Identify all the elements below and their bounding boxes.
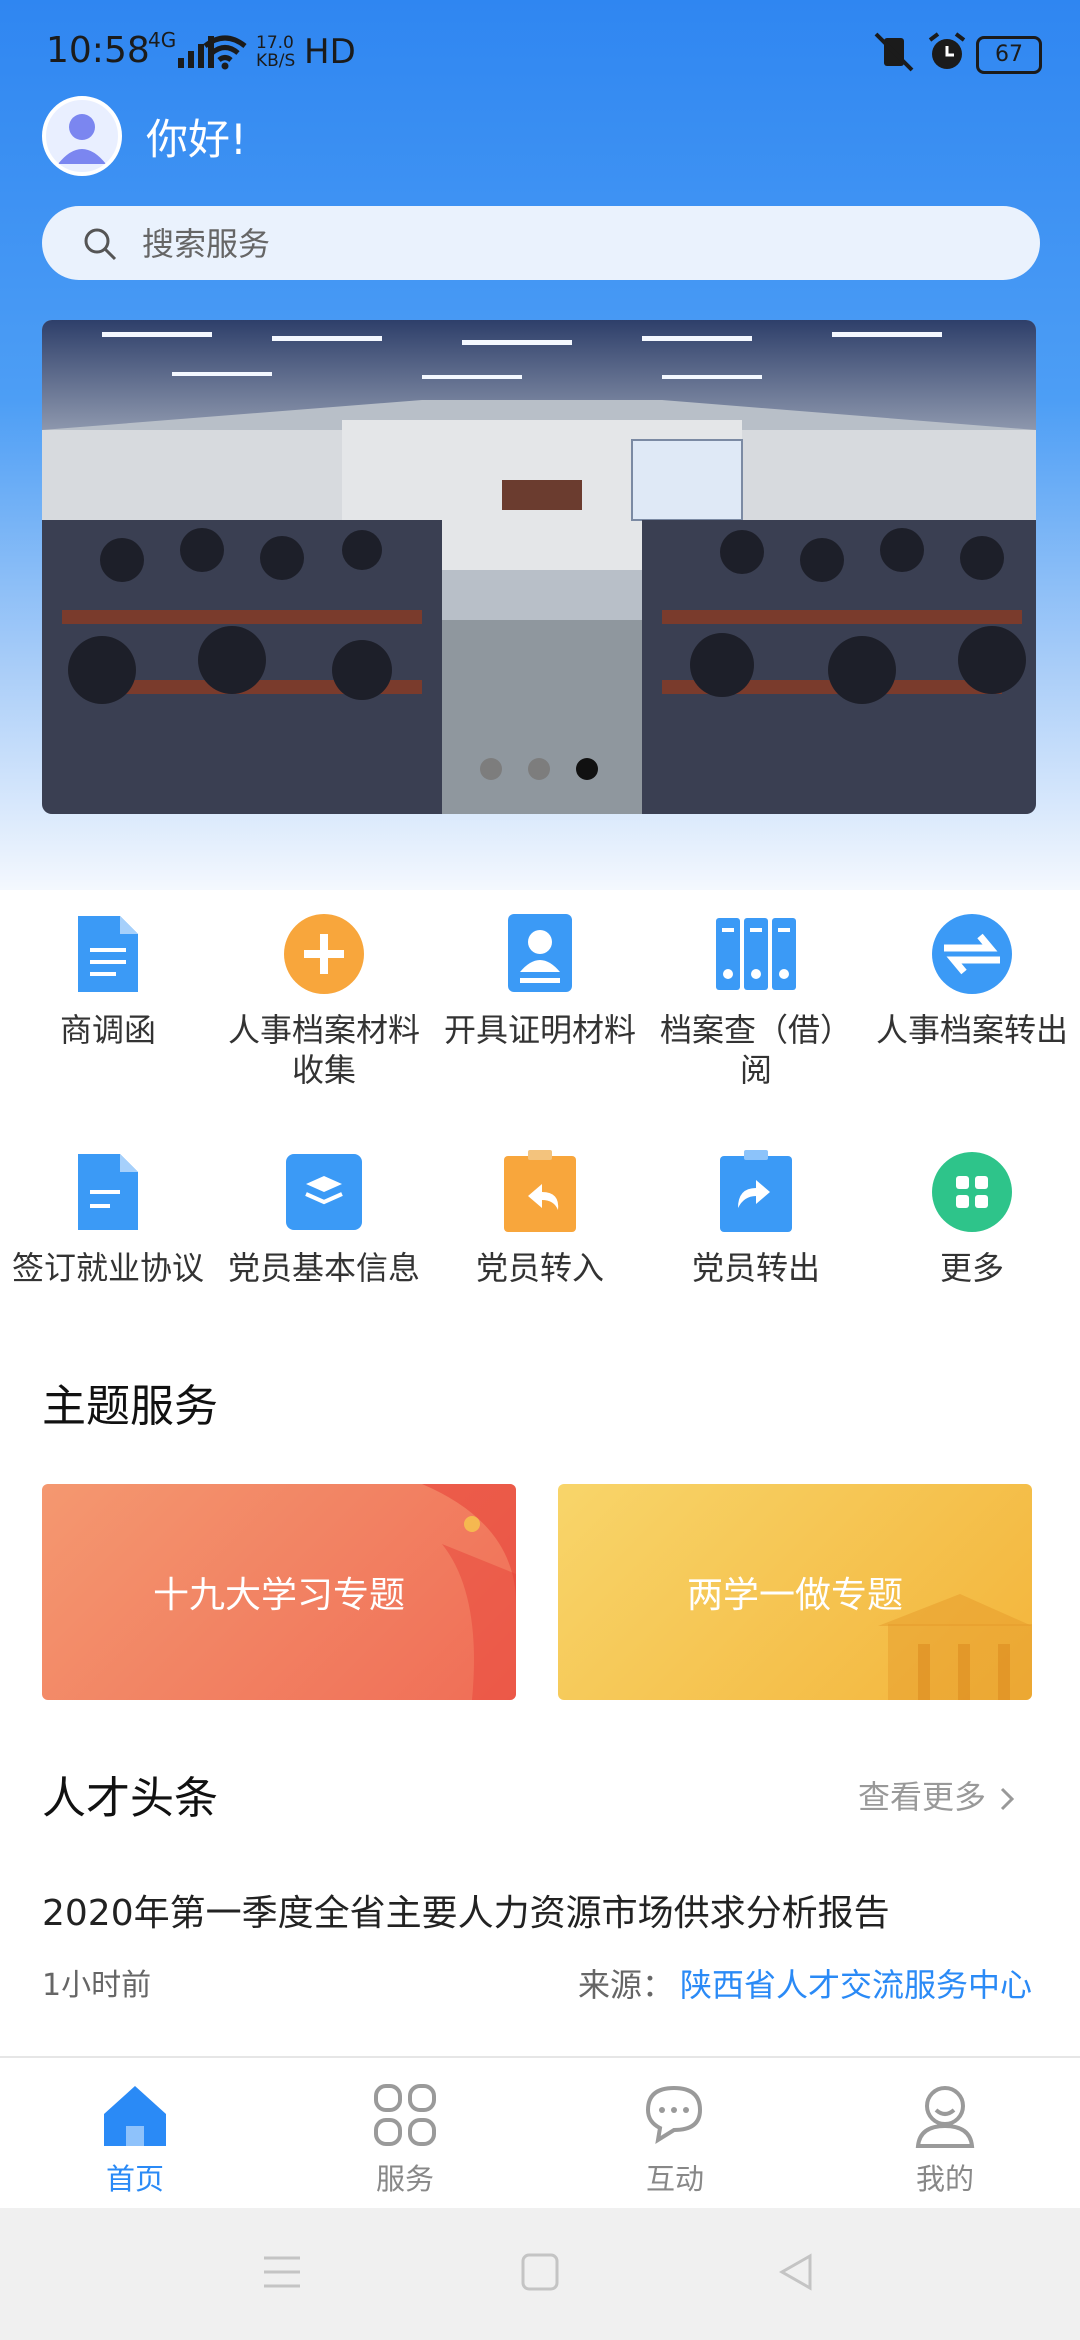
news-time: 1小时前 xyxy=(42,1968,152,2003)
avatar[interactable] xyxy=(42,96,122,176)
service-label: 开具证明材料 xyxy=(443,1011,636,1049)
home-icon xyxy=(104,2086,166,2146)
tab-services[interactable]: 服务 xyxy=(325,2080,485,2198)
service-certificate[interactable]: 开具证明材料 xyxy=(432,912,648,1050)
status-bar: 10:58 4G 17.0 KB/S HD 67 xyxy=(0,0,1080,100)
service-more[interactable]: 更多 xyxy=(864,1150,1080,1288)
vibrate-mute-icon xyxy=(874,32,914,72)
tab-interaction[interactable]: 互动 xyxy=(595,2080,755,2198)
network-type: 4G xyxy=(148,28,177,52)
theme-card-label: 十九大学习专题 xyxy=(152,1575,405,1616)
theme-section-title: 主题服务 xyxy=(42,1381,218,1432)
service-member-info[interactable]: 党员基本信息 xyxy=(216,1150,432,1288)
tab-label: 首页 xyxy=(105,2162,164,2196)
system-navigation-bar xyxy=(0,2208,1080,2340)
service-label: 党员基本信息 xyxy=(227,1249,420,1287)
theme-card-two-learn-one-do[interactable]: 两学一做专题 xyxy=(558,1484,1032,1700)
chat-icon xyxy=(645,2085,703,2145)
user-icon xyxy=(58,114,106,164)
service-label: 党员转出 xyxy=(691,1249,820,1287)
id-card-icon xyxy=(508,914,572,992)
news-title[interactable]: 2020年第一季度全省主要人力资源市场供求分析报告 xyxy=(42,1884,1042,1936)
news-source[interactable]: 陕西省人才交流服务中心 xyxy=(680,1960,1032,2006)
news-section-title: 人才头条 xyxy=(42,1773,218,1824)
wifi-icon xyxy=(203,35,247,70)
services-grid-icon xyxy=(374,2084,436,2146)
binders-icon xyxy=(716,918,796,990)
profile-icon xyxy=(915,2086,975,2148)
service-label: 档案查（借）阅 xyxy=(659,1011,852,1089)
back-icon[interactable] xyxy=(776,2252,816,2292)
search-input[interactable] xyxy=(140,216,1004,272)
bottom-tab-bar: 首页 服务 互动 我的 xyxy=(0,2056,1080,2210)
see-more-link[interactable]: 查看更多 xyxy=(858,1772,1018,1818)
banner-image xyxy=(42,320,1036,814)
service-label: 更多 xyxy=(939,1249,1004,1287)
search-box[interactable] xyxy=(42,206,1040,280)
transfer-icon xyxy=(932,914,1012,994)
tab-label: 服务 xyxy=(375,2162,434,2196)
layers-icon xyxy=(286,1154,362,1230)
greeting-text: 你好! xyxy=(146,115,247,164)
forward-arrow-icon xyxy=(720,1150,792,1232)
service-label: 签订就业协议 xyxy=(11,1249,204,1287)
tab-mine[interactable]: 我的 xyxy=(865,2080,1025,2198)
tab-label: 互动 xyxy=(645,2162,704,2196)
service-label: 商调函 xyxy=(59,1011,156,1049)
document-icon xyxy=(78,1154,138,1230)
service-employment-agreement[interactable]: 签订就业协议 xyxy=(0,1150,216,1288)
banner-carousel[interactable] xyxy=(42,320,1036,814)
chevron-right-icon xyxy=(1001,1787,1015,1811)
status-time: 10:58 xyxy=(46,30,150,71)
battery-indicator: 67 xyxy=(976,36,1042,74)
hd-indicator: HD xyxy=(304,32,356,72)
menu-icon[interactable] xyxy=(262,2252,302,2292)
speed-unit: KB/S xyxy=(256,51,296,71)
home-square-icon[interactable] xyxy=(520,2252,560,2292)
speed-value: 17.0 xyxy=(256,33,294,53)
tab-label: 我的 xyxy=(915,2162,974,2196)
news-source-label: 来源： xyxy=(578,1966,675,2004)
service-label: 人事档案材料收集 xyxy=(227,1011,420,1089)
carousel-dot-1[interactable] xyxy=(480,758,502,780)
service-label: 党员转入 xyxy=(475,1249,604,1287)
plus-circle-icon xyxy=(284,914,364,994)
service-member-transfer-in[interactable]: 党员转入 xyxy=(432,1150,648,1288)
service-archive-transfer-out[interactable]: 人事档案转出 xyxy=(864,912,1080,1050)
return-arrow-icon xyxy=(504,1150,576,1232)
network-speed: 17.0 KB/S xyxy=(256,34,295,70)
theme-card-19th-congress[interactable]: 十九大学习专题 xyxy=(42,1484,516,1700)
search-icon xyxy=(84,228,117,261)
tab-home[interactable]: 首页 xyxy=(55,2080,215,2198)
service-member-transfer-out[interactable]: 党员转出 xyxy=(648,1150,864,1288)
theme-card-label: 两学一做专题 xyxy=(686,1575,903,1616)
alarm-icon xyxy=(928,32,966,69)
service-label: 人事档案转出 xyxy=(875,1011,1068,1049)
grid-more-icon xyxy=(932,1152,1012,1232)
service-archive-lookup[interactable]: 档案查（借）阅 xyxy=(648,912,864,1090)
carousel-dot-3[interactable] xyxy=(576,758,598,780)
carousel-dot-2[interactable] xyxy=(528,758,550,780)
service-archive-collect[interactable]: 人事档案材料收集 xyxy=(216,912,432,1090)
document-icon xyxy=(78,916,138,992)
see-more-label: 查看更多 xyxy=(858,1778,987,1816)
service-shangdiaohan[interactable]: 商调函 xyxy=(0,912,216,1050)
